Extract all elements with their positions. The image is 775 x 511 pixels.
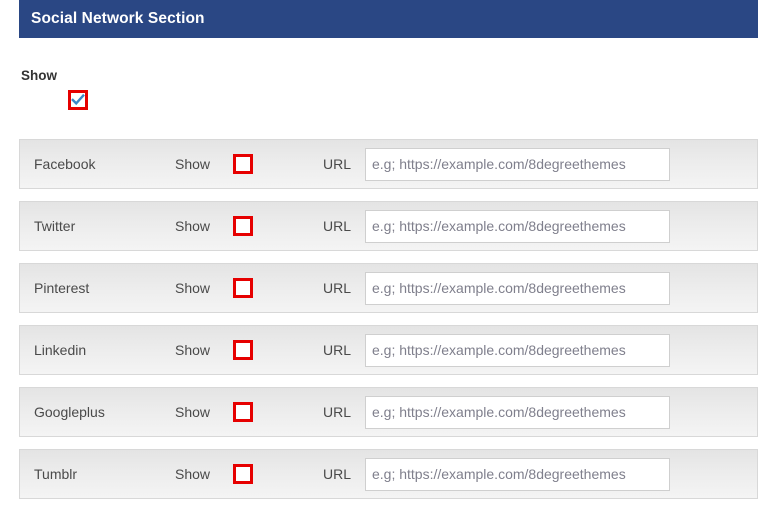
row-url-input[interactable] <box>365 457 670 491</box>
row-show-label: Show <box>175 156 211 172</box>
row-show-checkbox[interactable] <box>233 402 253 422</box>
table-row: Facebook Show URL <box>19 139 758 189</box>
row-show-checkbox-cell <box>233 402 323 422</box>
row-show-checkbox[interactable] <box>233 464 253 484</box>
global-show-group: Show <box>21 68 141 110</box>
network-name-label: Linkedin <box>34 342 87 358</box>
row-show-checkbox[interactable] <box>233 154 253 174</box>
row-show-label: Show <box>175 404 211 420</box>
table-row: Pinterest Show URL <box>19 263 758 313</box>
row-show-checkbox-cell <box>233 154 323 174</box>
row-show-checkbox[interactable] <box>233 216 253 236</box>
page-title: Social Network Section <box>31 10 205 27</box>
checkmark-icon <box>71 93 85 106</box>
row-url-label: URL <box>323 342 352 358</box>
table-row: Twitter Show URL <box>19 201 758 251</box>
panel-header: Social Network Section <box>19 0 758 38</box>
global-show-label: Show <box>21 68 57 83</box>
global-show-checkbox[interactable] <box>68 90 88 110</box>
row-show-checkbox[interactable] <box>233 340 253 360</box>
table-row: Googleplus Show URL <box>19 387 758 437</box>
row-show-checkbox-cell <box>233 216 323 236</box>
network-name-label: Pinterest <box>34 280 90 296</box>
social-network-rows: Facebook Show URL Twitter Show URL Pinterest Sh… <box>19 139 758 511</box>
row-url-input[interactable] <box>365 395 670 429</box>
row-show-label: Show <box>175 466 211 482</box>
row-show-label: Show <box>175 342 211 358</box>
network-name-label: Tumblr <box>34 466 78 482</box>
row-url-input[interactable] <box>365 333 670 367</box>
row-show-checkbox[interactable] <box>233 278 253 298</box>
row-show-checkbox-cell <box>233 340 323 360</box>
row-url-input[interactable] <box>365 147 670 181</box>
network-name-label: Facebook <box>34 156 96 172</box>
row-url-input[interactable] <box>365 209 670 243</box>
row-url-input[interactable] <box>365 271 670 305</box>
network-name-label: Twitter <box>34 218 76 234</box>
row-show-label: Show <box>175 218 211 234</box>
table-row: Tumblr Show URL <box>19 449 758 499</box>
row-show-checkbox-cell <box>233 464 323 484</box>
row-url-label: URL <box>323 218 352 234</box>
global-show-checkbox-wrap <box>21 90 141 110</box>
row-show-label: Show <box>175 280 211 296</box>
row-url-label: URL <box>323 466 352 482</box>
row-url-label: URL <box>323 156 352 172</box>
network-name-label: Googleplus <box>34 404 105 420</box>
row-url-label: URL <box>323 404 352 420</box>
row-url-label: URL <box>323 280 352 296</box>
table-row: Linkedin Show URL <box>19 325 758 375</box>
row-show-checkbox-cell <box>233 278 323 298</box>
